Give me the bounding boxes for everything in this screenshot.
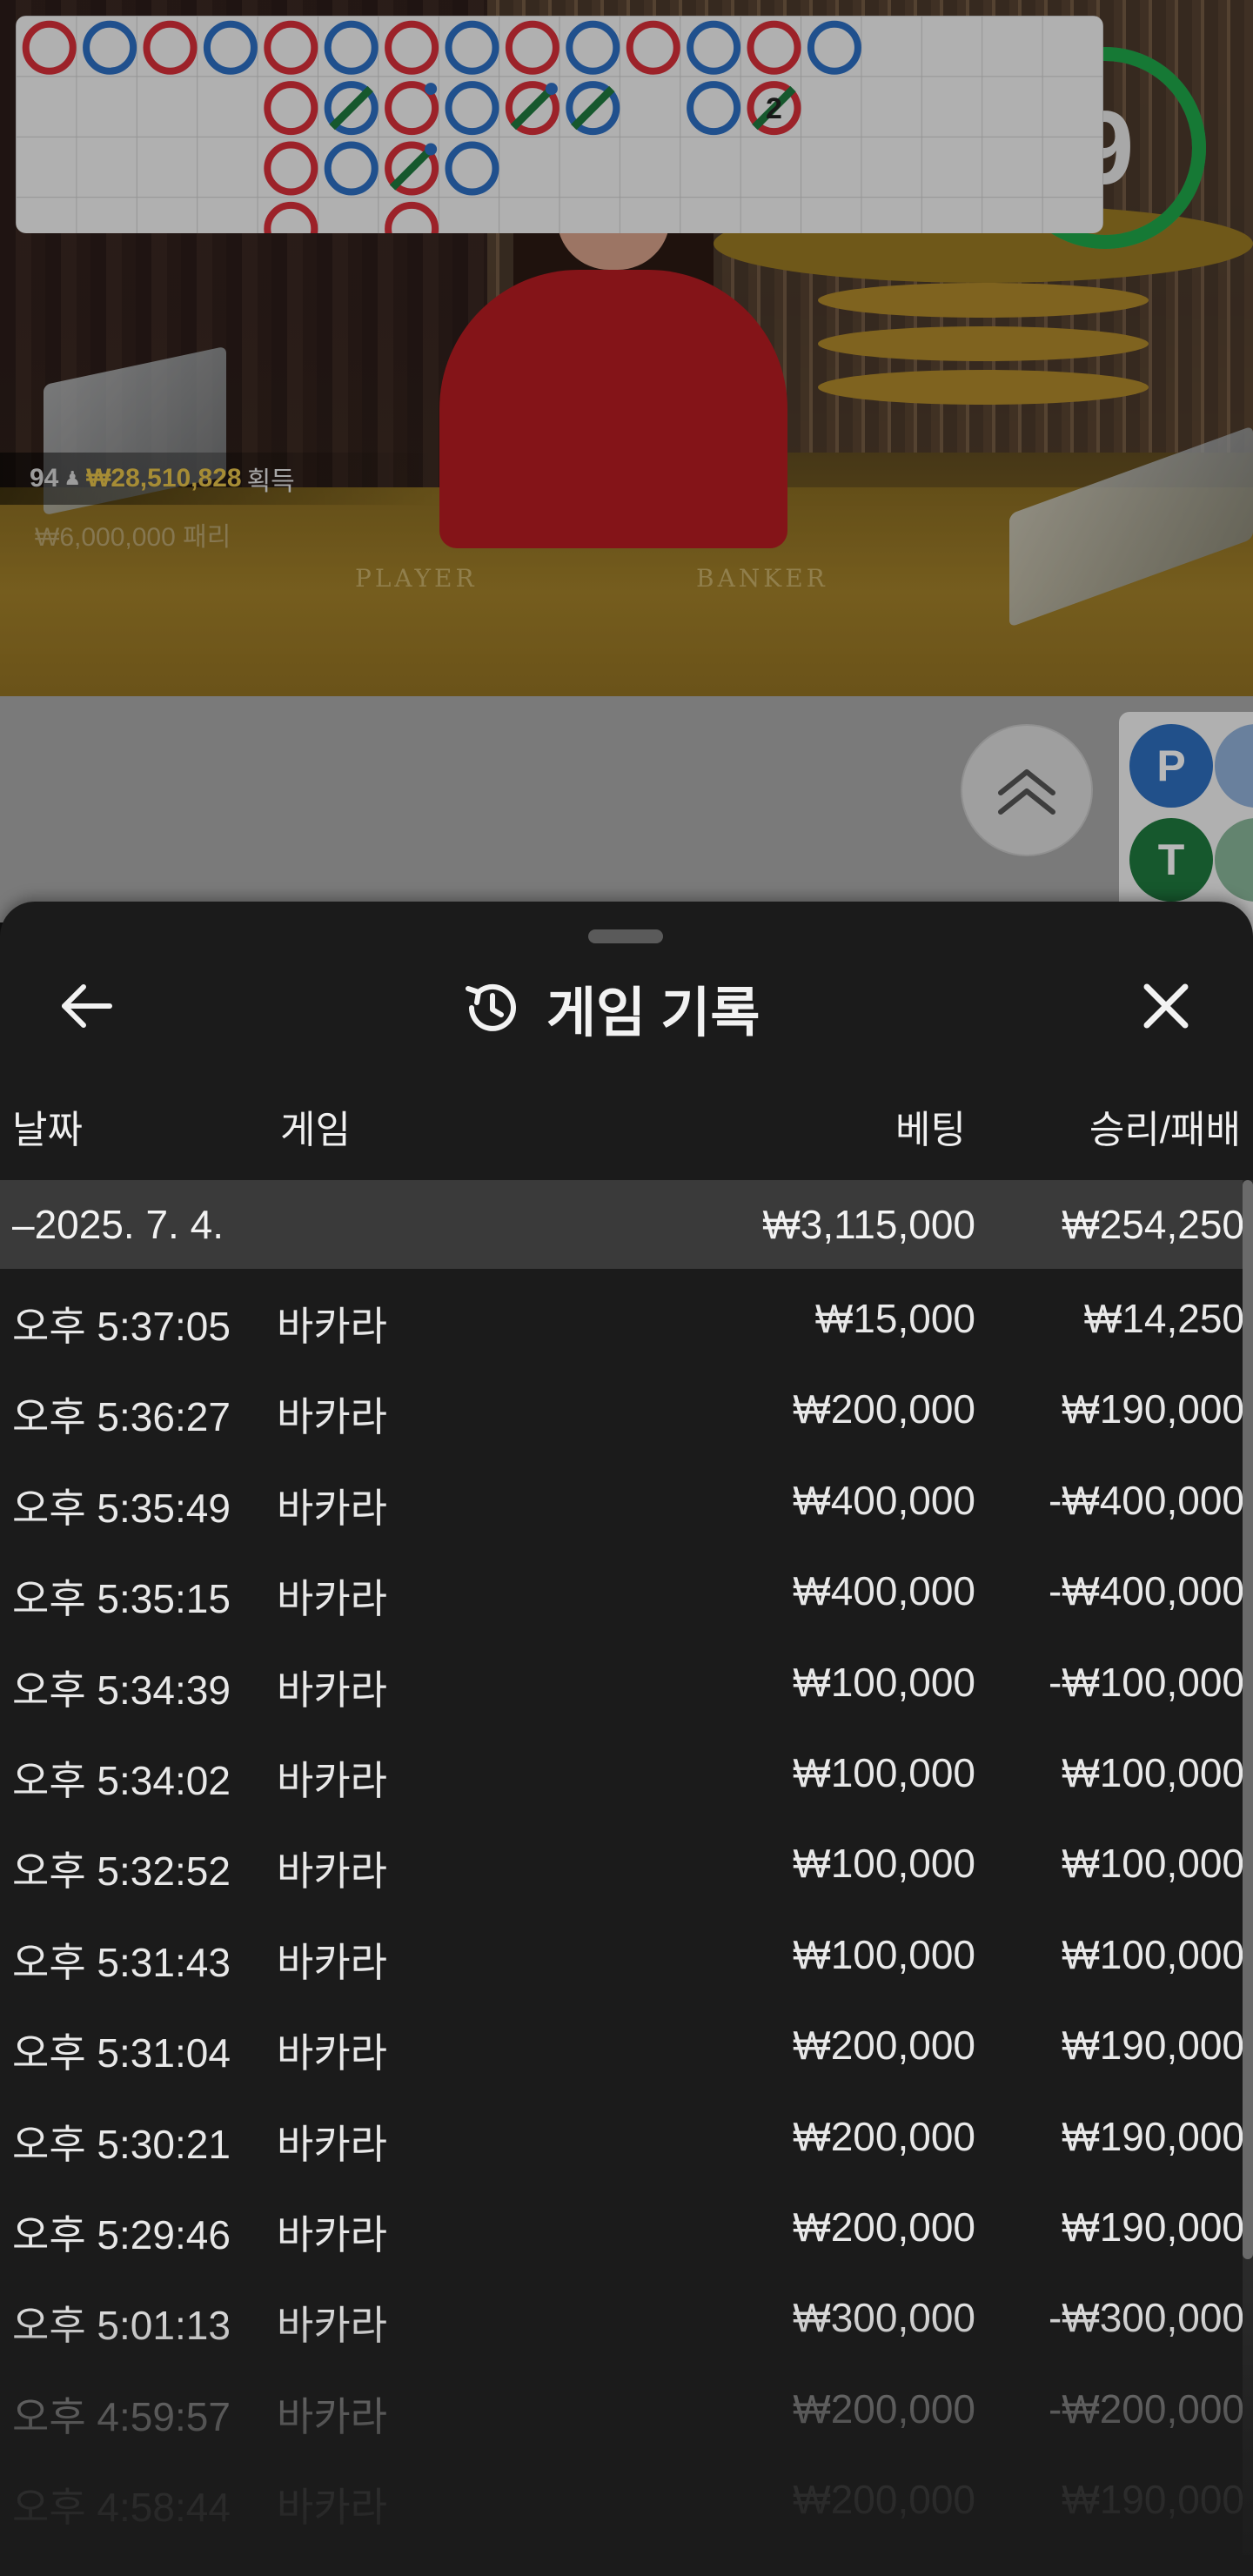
history-row[interactable]: 오후 5:36:27 바카라 ₩200,000 ₩190,000	[0, 1368, 1244, 1459]
close-icon	[1143, 983, 1189, 1029]
history-row[interactable]: 오후 4:58:44 바카라 ₩200,000 ₩190,000	[0, 2459, 1244, 2549]
row-time: 오후 5:31:04	[12, 2030, 231, 2076]
arrow-left-icon	[62, 984, 112, 1028]
row-bet: ₩200,000	[793, 2385, 975, 2432]
history-list: 오후 5:37:05 바카라 ₩15,000 ₩14,250 오후 5:36:27 바카라…	[0, 1278, 1244, 2549]
row-game: 바카라	[277, 1485, 387, 1531]
summary-date: –2025. 7. 4.	[12, 1202, 224, 1247]
row-bet: ₩400,000	[793, 1568, 975, 1614]
row-time: 오후 5:34:39	[12, 1667, 231, 1713]
row-result: ₩100,000	[1062, 1841, 1244, 1887]
row-game: 바카라	[277, 1304, 387, 1349]
history-row[interactable]: 오후 5:01:13 바카라 ₩300,000 -₩300,000	[0, 2277, 1244, 2367]
row-game: 바카라	[277, 1394, 387, 1440]
sheet-title: 게임 기록	[546, 983, 761, 1043]
row-time: 오후 4:58:44	[12, 2485, 231, 2531]
row-bet: ₩200,000	[793, 1386, 975, 1432]
row-result: ₩190,000	[1062, 2204, 1244, 2250]
row-time: 오후 5:36:27	[12, 1394, 231, 1440]
row-game: 바카라	[277, 2485, 387, 2531]
row-game: 바카라	[277, 2393, 387, 2439]
game-history-sheet: 게임 기록 날짜 게임 베팅 승리/패배 –2025. 7. 4. ₩3,115…	[0, 902, 1253, 2576]
row-time: 오후 5:34:02	[12, 1757, 231, 1803]
row-bet: ₩100,000	[793, 1841, 975, 1887]
summary-bet: ₩3,115,000	[762, 1202, 975, 1247]
column-header-game[interactable]: 게임	[280, 1098, 351, 1154]
row-time: 오후 5:35:15	[12, 1576, 231, 1622]
back-button[interactable]	[52, 971, 122, 1041]
row-game: 바카라	[277, 2211, 387, 2257]
row-result: ₩14,250	[1083, 1296, 1244, 1341]
row-result: -₩400,000	[1048, 1477, 1244, 1523]
row-result: ₩100,000	[1062, 1931, 1244, 1977]
history-icon	[466, 983, 516, 1031]
history-row[interactable]: 오후 5:31:04 바카라 ₩200,000 ₩190,000	[0, 2004, 1244, 2095]
row-game: 바카라	[277, 1939, 387, 1985]
day-summary-row[interactable]: –2025. 7. 4. ₩3,115,000 ₩254,250	[0, 1180, 1244, 1269]
row-result: ₩100,000	[1062, 1749, 1244, 1795]
row-time: 오후 5:31:43	[12, 1939, 231, 1985]
row-time: 오후 4:59:57	[12, 2393, 231, 2439]
history-row[interactable]: 오후 5:31:43 바카라 ₩100,000 ₩100,000	[0, 1914, 1244, 2004]
scrollbar-thumb[interactable]	[1243, 1180, 1253, 2259]
row-game: 바카라	[277, 2030, 387, 2076]
history-row[interactable]: 오후 4:59:57 바카라 ₩200,000 -₩200,000	[0, 2368, 1244, 2459]
row-bet: ₩100,000	[793, 1659, 975, 1705]
row-result: ₩190,000	[1062, 2113, 1244, 2159]
row-bet: ₩400,000	[793, 1477, 975, 1523]
history-row[interactable]: 오후 5:32:52 바카라 ₩100,000 ₩100,000	[0, 1822, 1244, 1913]
row-result: -₩400,000	[1048, 1568, 1244, 1614]
history-row[interactable]: 오후 5:37:05 바카라 ₩15,000 ₩14,250	[0, 1278, 1244, 1368]
backdrop-dim[interactable]	[0, 0, 1253, 957]
row-bet: ₩200,000	[793, 2204, 975, 2250]
row-time: 오후 5:35:49	[12, 1485, 231, 1531]
column-header-bet[interactable]: 베팅	[895, 1098, 966, 1154]
history-row[interactable]: 오후 5:35:15 바카라 ₩400,000 -₩400,000	[0, 1550, 1244, 1640]
row-bet: ₩15,000	[814, 1296, 975, 1341]
sheet-header: 게임 기록	[461, 973, 760, 1043]
close-button[interactable]	[1131, 971, 1201, 1041]
table-header: 날짜 게임 베팅 승리/패배	[0, 1093, 1253, 1156]
history-row[interactable]: 오후 5:34:39 바카라 ₩100,000 -₩100,000	[0, 1641, 1244, 1732]
row-time: 오후 5:29:46	[12, 2211, 231, 2257]
row-bet: ₩100,000	[793, 1931, 975, 1977]
row-result: -₩100,000	[1048, 1659, 1244, 1705]
row-time: 오후 5:37:05	[12, 1304, 231, 1349]
row-time: 오후 5:01:13	[12, 2303, 231, 2349]
summary-result: ₩254,250	[1062, 1202, 1244, 1247]
row-result: ₩190,000	[1062, 1386, 1244, 1432]
row-result: ₩190,000	[1062, 2477, 1244, 2523]
history-row[interactable]: 오후 5:30:21 바카라 ₩200,000 ₩190,000	[0, 2096, 1244, 2186]
drag-handle[interactable]	[588, 929, 663, 943]
row-result: -₩200,000	[1048, 2385, 1244, 2432]
history-row[interactable]: 오후 5:29:46 바카라 ₩200,000 ₩190,000	[0, 2186, 1244, 2277]
history-row[interactable]: 오후 5:35:49 바카라 ₩400,000 -₩400,000	[0, 1459, 1244, 1550]
column-header-date[interactable]: 날짜	[12, 1098, 83, 1154]
history-row[interactable]: 오후 5:34:02 바카라 ₩100,000 ₩100,000	[0, 1732, 1244, 1822]
row-bet: ₩100,000	[793, 1749, 975, 1795]
row-bet: ₩200,000	[793, 2113, 975, 2159]
row-game: 바카라	[277, 2303, 387, 2349]
row-result: ₩190,000	[1062, 2023, 1244, 2069]
row-time: 오후 5:32:52	[12, 1848, 231, 1895]
row-bet: ₩300,000	[793, 2295, 975, 2341]
row-game: 바카라	[277, 1848, 387, 1895]
row-game: 바카라	[277, 1667, 387, 1713]
row-bet: ₩200,000	[793, 2477, 975, 2523]
column-header-result[interactable]: 승리/패배	[1089, 1098, 1241, 1154]
row-game: 바카라	[277, 1757, 387, 1803]
row-result: -₩300,000	[1048, 2295, 1244, 2341]
row-time: 오후 5:30:21	[12, 2121, 231, 2167]
row-bet: ₩200,000	[793, 2023, 975, 2069]
row-game: 바카라	[277, 2121, 387, 2167]
row-game: 바카라	[277, 1576, 387, 1622]
